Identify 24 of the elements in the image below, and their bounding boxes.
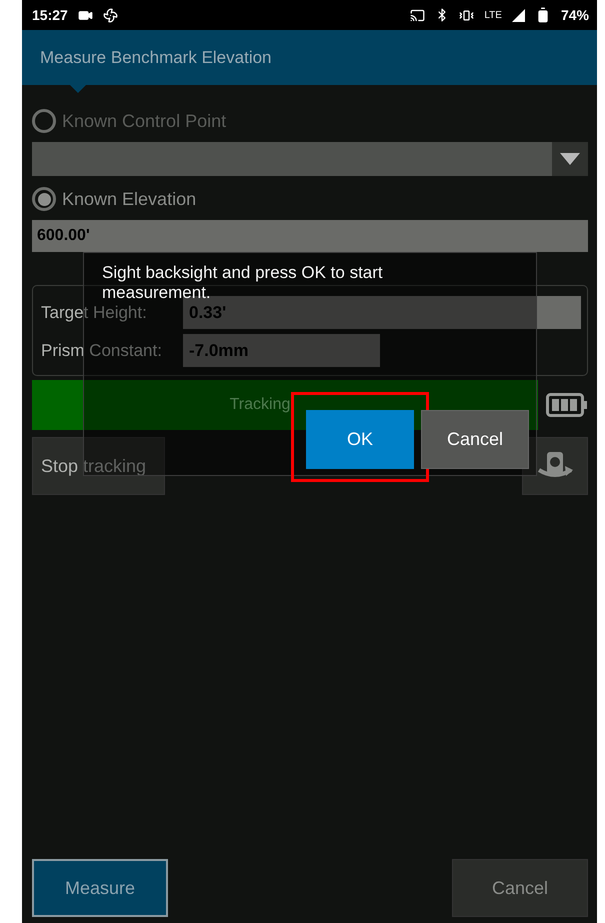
cancel-button[interactable]: Cancel [452, 859, 588, 917]
network-type: LTE [484, 10, 502, 20]
elevation-field[interactable]: 600.00' [32, 220, 588, 252]
radio-button[interactable] [32, 187, 56, 211]
cancel-button[interactable]: Cancel [421, 410, 529, 469]
vibrate-icon [459, 8, 474, 22]
dropdown-caret-icon [560, 153, 580, 165]
field-label: Prism Constant: [41, 340, 163, 360]
measure-button[interactable]: Measure [32, 859, 168, 917]
screen-title: Measure Benchmark Elevation [40, 48, 272, 68]
stop-tracking-button[interactable]: Stop tracking [32, 437, 165, 495]
battery-icon [546, 393, 588, 417]
radio-label: Known Elevation [62, 188, 196, 210]
fan-icon [102, 8, 118, 22]
instrument-button[interactable] [522, 437, 588, 495]
ok-button[interactable]: OK [306, 410, 414, 469]
radio-label: Known Control Point [62, 110, 226, 132]
tracking-label: Tracking [230, 396, 290, 414]
field-label: Target Height: [41, 302, 148, 322]
signal-icon [512, 8, 525, 22]
battery-level: 74% [560, 7, 589, 23]
status-time: 15:27 [32, 7, 68, 23]
radio-button[interactable] [32, 109, 56, 133]
cast-icon [410, 8, 426, 22]
